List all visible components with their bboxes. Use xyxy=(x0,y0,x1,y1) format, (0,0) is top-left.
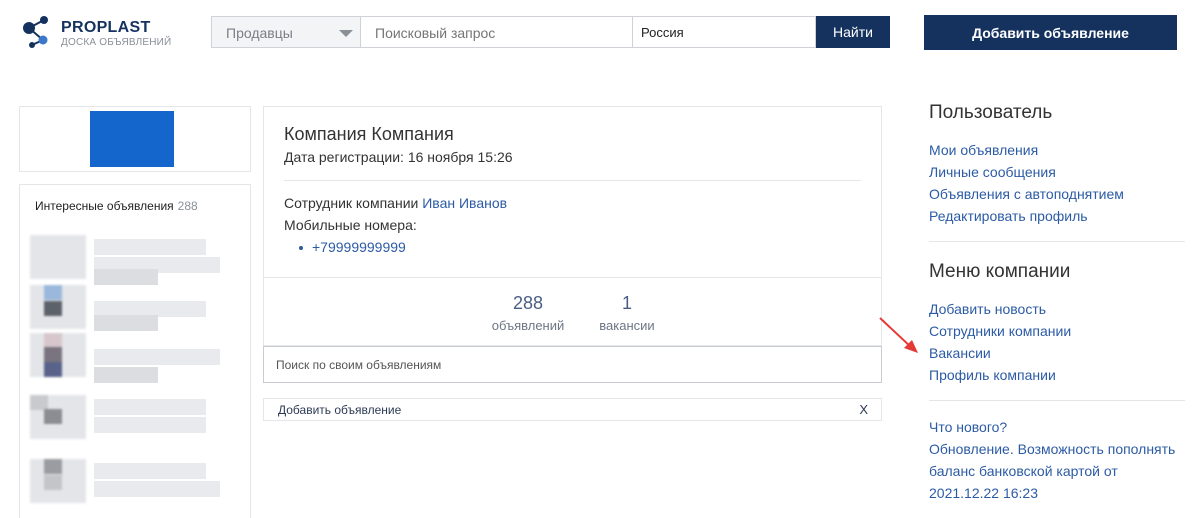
link-messages[interactable]: Личные сообщения xyxy=(929,164,1056,180)
ad-title-blurred xyxy=(94,349,220,365)
interesting-ads-title: Интересные объявления 288 xyxy=(35,199,198,213)
ad-title-blurred xyxy=(94,463,206,479)
interesting-ads-count: 288 xyxy=(177,199,198,213)
stat-ads-count: 288 xyxy=(512,293,544,313)
stat-ads-label: объявлений xyxy=(491,318,565,333)
search-bar: Продавцы Поисковый запрос Россия Найти xyxy=(211,16,890,48)
list-item[interactable] xyxy=(30,459,230,511)
ad-price-blurred xyxy=(94,367,158,383)
divider xyxy=(929,241,1185,242)
ad-title-blurred xyxy=(94,399,206,415)
stat-ads[interactable]: 288 объявлений xyxy=(478,293,578,333)
red-arrow-icon xyxy=(879,317,918,353)
registration-date: Дата регистрации: 16 ноября 15:26 xyxy=(284,149,513,165)
region-input[interactable]: Россия xyxy=(633,16,816,48)
find-button[interactable]: Найти xyxy=(816,16,890,48)
divider xyxy=(929,400,1185,401)
list-item[interactable] xyxy=(30,285,230,337)
link-vacancies[interactable]: Вакансии xyxy=(929,345,991,361)
ad-title-blurred xyxy=(94,481,220,497)
link-employees[interactable]: Сотрудники компании xyxy=(929,323,1071,339)
link-auto-raise[interactable]: Объявления с автоподнятием xyxy=(929,186,1124,202)
link-company-profile[interactable]: Профиль компании xyxy=(929,367,1056,383)
company-name: Компания Компания xyxy=(284,124,454,144)
ad-title-blurred xyxy=(94,417,206,433)
sellers-select-value: Продавцы xyxy=(226,25,293,41)
ad-title-blurred xyxy=(94,239,206,255)
news-text[interactable]: Обновление. Возможность пополнять баланс… xyxy=(929,438,1185,504)
phone-link[interactable]: +79999999999 xyxy=(299,239,406,255)
ad-thumbnail xyxy=(30,235,86,279)
sellers-select[interactable]: Продавцы xyxy=(211,16,361,48)
company-menu-title: Меню компании xyxy=(929,261,1071,282)
list-item[interactable] xyxy=(30,395,230,447)
link-my-ads[interactable]: Мои объявления xyxy=(929,142,1038,158)
employee-label: Сотрудник компании xyxy=(284,195,419,211)
stat-vacancies-label: вакансии xyxy=(599,318,655,333)
mobile-label: Мобильные номера: xyxy=(284,217,417,233)
news-block[interactable]: Что нового? Обновление. Возможность попо… xyxy=(929,416,1185,504)
stat-vacancies-count: 1 xyxy=(621,293,632,313)
ad-price-blurred xyxy=(94,269,158,285)
ad-thumbnail xyxy=(30,395,86,439)
logo-subtitle: ДОСКА ОБЪЯВЛЕНИЙ xyxy=(61,37,172,48)
list-item[interactable] xyxy=(30,235,230,287)
add-ad-bar[interactable]: Добавить объявление X xyxy=(263,398,882,421)
ad-thumbnail xyxy=(30,285,86,329)
list-item[interactable] xyxy=(30,333,230,385)
company-logo xyxy=(90,111,174,167)
employee-info: Сотрудник компании Иван Иванов xyxy=(284,195,507,211)
search-input[interactable]: Поисковый запрос xyxy=(361,16,633,48)
link-add-news[interactable]: Добавить новость xyxy=(929,301,1046,317)
user-section-title: Пользователь xyxy=(929,102,1053,123)
chevron-down-icon xyxy=(339,30,353,37)
divider xyxy=(284,180,861,181)
ad-thumbnail xyxy=(30,459,86,503)
divider xyxy=(264,277,881,278)
stat-vacancies[interactable]: 1 вакансии xyxy=(582,293,672,333)
molecule-icon xyxy=(23,16,48,48)
link-edit-profile[interactable]: Редактировать профиль xyxy=(929,208,1088,224)
interesting-ads-label: Интересные объявления xyxy=(35,199,174,213)
company-card: Компания Компания Дата регистрации: 16 н… xyxy=(263,106,882,346)
own-ads-search-input[interactable]: Поиск по своим объявлениям xyxy=(263,346,882,383)
logo-title: PROPLAST xyxy=(61,19,151,36)
site-logo[interactable]: PROPLAST ДОСКА ОБЪЯВЛЕНИЙ xyxy=(20,14,200,54)
add-ad-button[interactable]: Добавить объявление xyxy=(924,15,1177,50)
close-button[interactable]: X xyxy=(859,402,868,417)
ad-thumbnail xyxy=(30,333,86,377)
news-title[interactable]: Что нового? xyxy=(929,416,1185,438)
interesting-ads-panel: Интересные объявления 288 xyxy=(19,184,251,518)
ad-price-blurred xyxy=(94,315,158,331)
add-ad-bar-label: Добавить объявление xyxy=(278,403,402,417)
employee-link[interactable]: Иван Иванов xyxy=(422,195,507,211)
company-logo-box xyxy=(19,106,251,172)
